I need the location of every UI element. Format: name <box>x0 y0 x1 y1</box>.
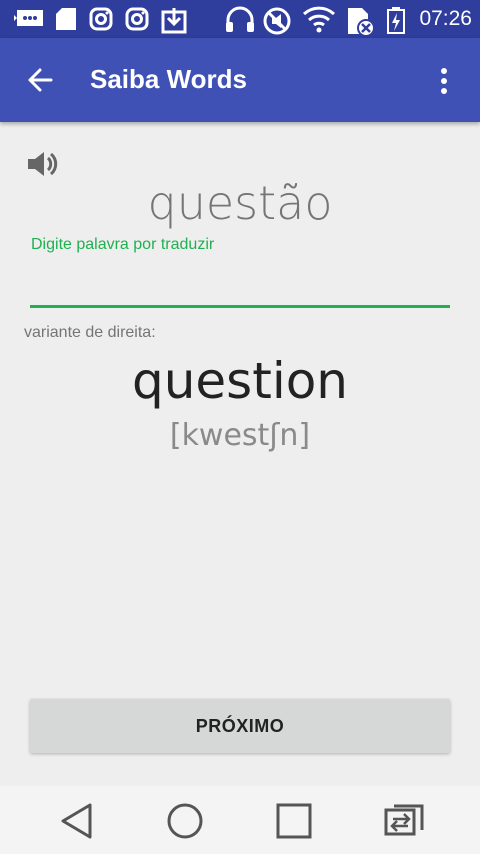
translation-word: question <box>131 352 348 410</box>
sim-icon <box>348 8 375 37</box>
instagram-icon <box>125 7 149 31</box>
translation-input[interactable] <box>30 258 454 300</box>
status-time: 07:26 <box>419 7 472 30</box>
headphones-icon <box>226 6 254 32</box>
back-triangle-icon[interactable] <box>58 802 96 840</box>
source-word: questão <box>147 176 333 230</box>
battery-charging-icon <box>387 7 405 34</box>
transcription-text: [kwestʃn] <box>169 418 311 453</box>
sd-card-icon <box>56 8 76 30</box>
mute-icon <box>263 7 291 35</box>
home-circle-icon[interactable] <box>166 802 204 840</box>
input-hint-label: Digite palavra por traduzir <box>31 236 215 253</box>
message-icon <box>14 10 43 26</box>
instagram-icon <box>89 7 113 31</box>
status-bar: 07:26 <box>0 0 480 38</box>
navigation-bar <box>0 786 480 854</box>
switch-app-icon[interactable] <box>380 802 428 840</box>
download-icon <box>161 8 187 34</box>
app-bar: Saiba Words <box>0 38 480 122</box>
page-title: Saiba Words <box>90 64 248 94</box>
variant-label: variante de direita: <box>24 324 156 341</box>
input-underline <box>30 305 450 308</box>
recents-square-icon[interactable] <box>275 802 313 840</box>
overflow-menu-icon[interactable] <box>434 67 454 95</box>
arrow-back-icon[interactable] <box>26 66 54 94</box>
next-button[interactable]: PRÓXIMO <box>30 699 450 753</box>
wifi-icon <box>302 6 336 33</box>
speaker-icon[interactable] <box>26 150 60 178</box>
